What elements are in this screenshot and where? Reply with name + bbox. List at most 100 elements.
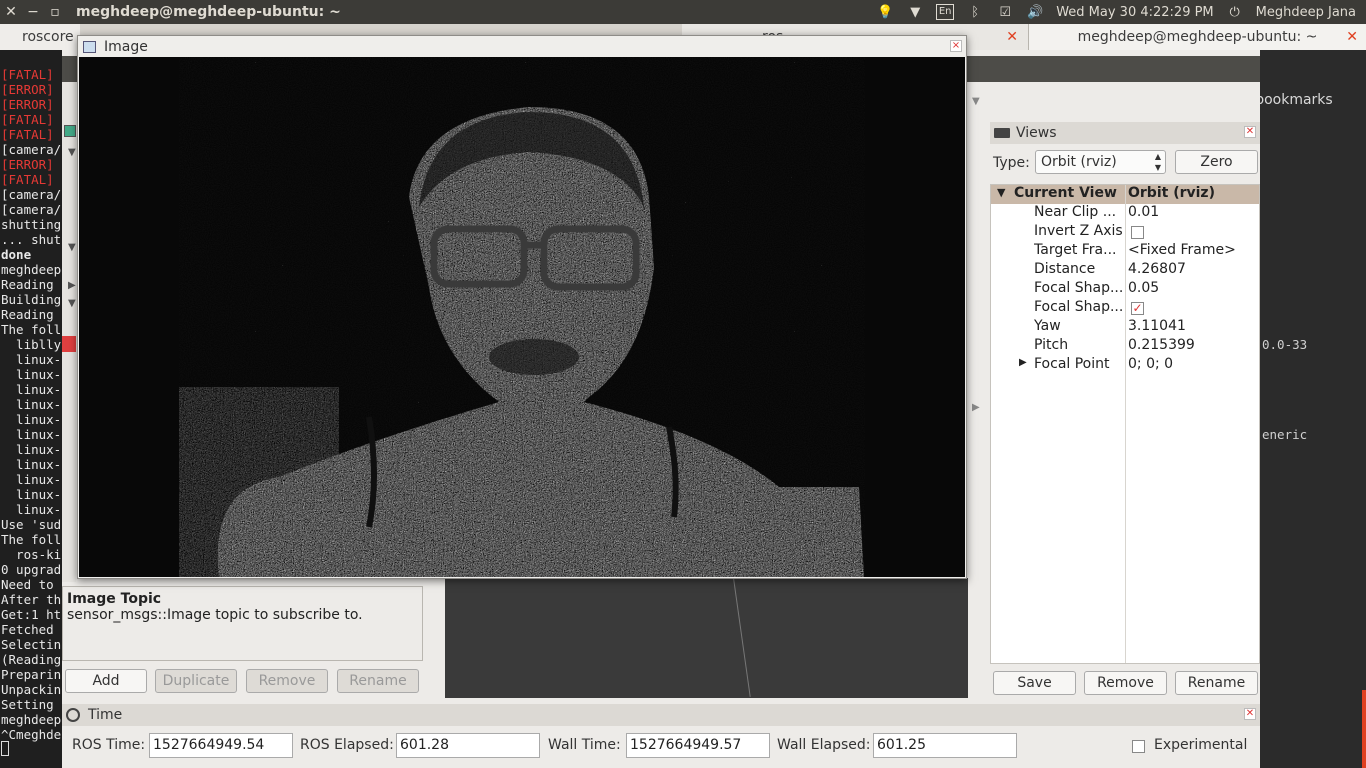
experimental-checkbox[interactable] [1132,740,1145,753]
terminal-line: [camera/ [1,187,62,202]
ros-elapsed-field[interactable]: 601.28 [396,733,540,758]
close-icon[interactable]: ✕ [1244,126,1256,138]
expand-arrow-icon[interactable]: ▼ [68,147,76,158]
property-key: Invert Z Axis [1034,223,1123,239]
wall-elapsed-label: Wall Elapsed: [777,737,871,753]
image-window-title: Image [104,38,148,55]
terminal-line: ros-ki [1,547,62,562]
terminal-line: [camera/ [1,202,62,217]
property-key: Target Fra... [1034,242,1117,258]
terminal-line: done [1,247,32,262]
property-value[interactable]: 0.05 [1128,280,1159,296]
3d-render-view[interactable] [445,578,968,698]
terminal-line: [ERROR] [1,82,54,97]
splitter-arrow-icon[interactable]: ▶ [972,402,980,413]
terminal-line: shutting [1,217,62,232]
current-view-label: Current View [1014,185,1117,201]
tab-terminal[interactable]: meghdeep@meghdeep-ubuntu: ~ ✕ [1028,24,1366,50]
type-label: Type: [993,155,1030,171]
terminal-line: [FATAL] [1,172,54,187]
expand-arrow-icon[interactable]: ▶ [1019,357,1027,368]
wall-elapsed-field[interactable]: 601.25 [873,733,1017,758]
column-divider [1125,185,1126,663]
terminal-output[interactable]: [FATAL] [ERROR] [ERROR] [FATAL] [FATAL] [came… [0,50,62,768]
terminal-line: Get:1 ht [1,607,62,622]
close-window-icon[interactable]: ✕ [0,4,22,20]
time-panel-title: Time [88,707,123,723]
right-terminal-area [1260,50,1366,768]
lightbulb-icon[interactable]: 💡 [876,4,894,20]
volume-icon[interactable]: 🔊 [1026,4,1044,20]
remove-view-button[interactable]: Remove [1084,671,1167,695]
close-icon[interactable]: × [950,40,962,52]
property-value[interactable]: 0.215399 [1128,337,1195,353]
close-icon[interactable]: ✕ [1244,708,1256,720]
tab-label: roscore [22,29,74,45]
clipboard-icon[interactable]: ☑ [996,4,1014,20]
image-window-titlebar[interactable]: Image × [78,36,966,57]
time-panel-header: Time ✕ [62,704,1260,726]
minimize-window-icon[interactable]: − [22,4,44,20]
maximize-window-icon[interactable]: ▫ [44,4,66,20]
property-value[interactable]: 0; 0; 0 [1128,356,1173,372]
focal-shape-checkbox[interactable]: ✓ [1131,302,1144,315]
clock-icon [66,708,80,722]
close-tab-icon[interactable]: ✕ [1006,24,1018,50]
terminal-line: Building [1,292,62,307]
spin-arrows-icon: ▲ ▼ [1154,152,1161,172]
bluetooth-icon[interactable]: ᛒ [966,4,984,20]
rename-display-button[interactable]: Rename [337,669,419,693]
description-text: sensor_msgs::Image topic to subscribe to… [67,607,363,623]
terminal-line: linux- [1,397,62,412]
collapse-arrow-icon[interactable]: ▼ [997,186,1005,199]
terminal-line: ^Cmeghde [1,727,62,742]
experimental-label: Experimental [1154,737,1248,753]
expand-arrow-icon[interactable]: ▼ [68,298,76,309]
terminal-line: After th [1,592,62,607]
active-window-title: meghdeep@meghdeep-ubuntu: ~ [76,4,341,20]
power-icon[interactable]: ⏻ [1226,4,1244,20]
property-value[interactable]: <Fixed Frame> [1128,242,1236,258]
clock[interactable]: Wed May 30 4:22:29 PM [1056,5,1213,20]
tab-roscore[interactable]: roscore [0,24,80,50]
wall-time-field[interactable]: 1527664949.57 [626,733,770,758]
property-value[interactable]: 0.01 [1128,204,1159,220]
keyboard-language-indicator[interactable]: En [936,4,955,20]
property-key: Near Clip ... [1034,204,1117,220]
property-value[interactable]: 4.26807 [1128,261,1186,277]
terminal-line: linux- [1,352,62,367]
close-tab-icon[interactable]: ✕ [1346,24,1358,50]
ros-time-field[interactable]: 1527664949.54 [149,733,293,758]
property-key: Focal Shap... [1034,280,1124,296]
property-value[interactable]: 3.11041 [1128,318,1186,334]
terminal-line: linux- [1,457,62,472]
current-view-value: Orbit (rviz) [1128,185,1215,201]
add-display-button[interactable]: Add [65,669,147,693]
terminal-line: Reading [1,277,54,292]
splitter-arrow-icon[interactable]: ▼ [972,96,980,107]
zero-button[interactable]: Zero [1175,150,1258,174]
scrollbar-marker [1362,690,1366,768]
view-type-select[interactable]: Orbit (rviz) ▲ ▼ [1035,150,1166,174]
wifi-icon[interactable]: ▼ [906,4,924,20]
user-name[interactable]: Meghdeep Jana [1256,5,1356,20]
terminal-line: linux- [1,472,62,487]
expand-arrow-icon[interactable]: ▶ [68,280,76,291]
remove-display-button[interactable]: Remove [246,669,328,693]
terminal-line: linux- [1,442,62,457]
selected-display-marker [62,336,76,352]
duplicate-display-button[interactable]: Duplicate [155,669,237,693]
terminal-line: [FATAL] [1,67,54,82]
terminal-line: linux- [1,502,62,517]
system-tray: 💡 ▼ En ᛒ ☑ 🔊 Wed May 30 4:22:29 PM ⏻ Meg… [876,4,1366,20]
rename-view-button[interactable]: Rename [1175,671,1258,695]
terminal-line: 0 upgrad [1,562,62,577]
save-view-button[interactable]: Save [993,671,1076,695]
terminal-line: Need to [1,577,54,592]
property-key: Yaw [1034,318,1061,334]
expand-arrow-icon[interactable]: ▼ [68,242,76,253]
terminal-line: Use 'sud [1,517,62,532]
invert-z-checkbox[interactable] [1131,226,1144,239]
terminal-fragment: eneric [1262,427,1308,442]
mouth-shadow [489,339,579,375]
